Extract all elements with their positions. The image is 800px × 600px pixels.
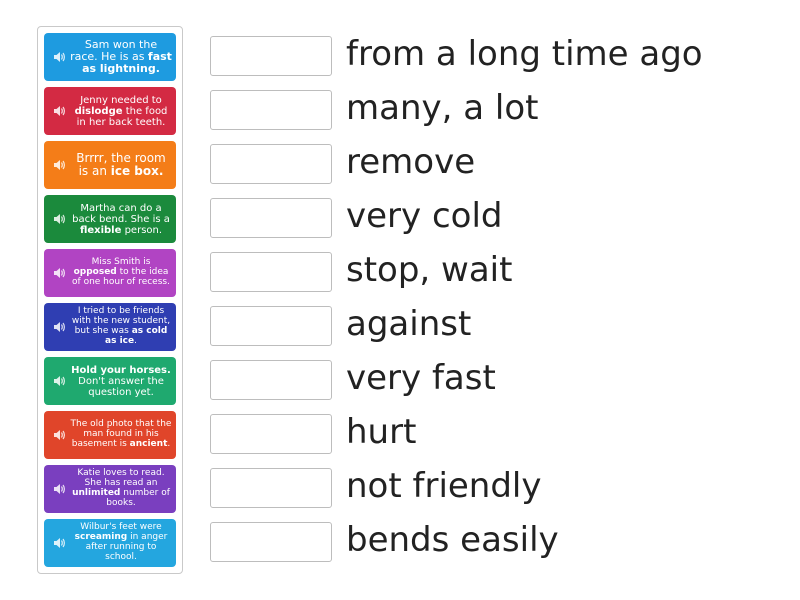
card-3[interactable]: Brrrr, the room is an ice box. (44, 141, 176, 189)
card-text-bold: flexible (79, 224, 122, 236)
drop-slot-10[interactable] (210, 522, 332, 562)
card-text-bold: dislodge (74, 105, 123, 117)
card-2[interactable]: Jenny needed to dislodge the food in her… (44, 87, 176, 135)
card-text: Jenny needed to dislodge the food in her… (70, 95, 172, 128)
drop-slot-1[interactable] (210, 36, 332, 76)
card-text-part: Martha can do a back bend. She is a (72, 202, 170, 225)
drop-slot-2[interactable] (210, 90, 332, 130)
drop-slot-8[interactable] (210, 414, 332, 454)
card-7[interactable]: Hold your horses. Don't answer the quest… (44, 357, 176, 405)
definition-label: very cold (346, 196, 503, 236)
definition-label: very fast (346, 358, 496, 398)
card-text: Martha can do a back bend. She is a flex… (70, 203, 172, 236)
card-9[interactable]: Katie loves to read. She has read an unl… (44, 465, 176, 513)
definition-label: not friendly (346, 466, 542, 506)
definition-label: many, a lot (346, 88, 539, 128)
speaker-icon[interactable] (52, 212, 66, 226)
card-text-bold: screaming (74, 532, 128, 543)
card-text-part: Katie loves to read. She has read an (77, 468, 165, 489)
card-text-bold: Hold your horses. (71, 364, 171, 376)
speaker-icon[interactable] (52, 104, 66, 118)
definition-label: from a long time ago (346, 34, 703, 74)
speaker-icon[interactable] (52, 428, 66, 442)
card-8[interactable]: The old photo that the man found in his … (44, 411, 176, 459)
card-text-part: Sam won the race. He is as (70, 37, 158, 63)
definition-label: against (346, 304, 472, 344)
drop-slot-3[interactable] (210, 144, 332, 184)
card-text-part: Don't answer the question yet. (78, 375, 164, 398)
speaker-icon[interactable] (52, 320, 66, 334)
card-text-part: . (134, 335, 137, 346)
card-text: Hold your horses. Don't answer the quest… (70, 365, 172, 398)
definition-label: remove (346, 142, 476, 182)
card-text-part: . (167, 438, 171, 449)
drop-slot-4[interactable] (210, 198, 332, 238)
definition-label: bends easily (346, 520, 559, 560)
card-text: The old photo that the man found in his … (70, 419, 172, 450)
card-text-bold: ice box. (110, 164, 164, 178)
card-tray: Sam won the race. He is as fast as light… (37, 26, 183, 574)
card-text-part: person. (121, 224, 163, 236)
card-text-bold: opposed (73, 267, 117, 278)
speaker-icon[interactable] (52, 50, 66, 64)
card-text-part: Wilbur's feet were (80, 522, 162, 533)
card-text: Wilbur's feet were screaming in anger af… (70, 522, 172, 563)
speaker-icon[interactable] (52, 536, 66, 550)
card-text: Miss Smith is opposed to the idea of one… (70, 257, 172, 288)
card-text-part: Miss Smith is (91, 257, 151, 268)
card-text: Sam won the race. He is as fast as light… (70, 37, 172, 75)
card-6[interactable]: I tried to be friends with the new stude… (44, 303, 176, 351)
definition-label: stop, wait (346, 250, 513, 290)
card-text: Katie loves to read. She has read an unl… (70, 468, 172, 509)
speaker-icon[interactable] (52, 266, 66, 280)
speaker-icon[interactable] (52, 374, 66, 388)
speaker-icon[interactable] (52, 158, 66, 172)
definition-label: hurt (346, 412, 417, 452)
card-text-part: Jenny needed to (80, 94, 162, 106)
card-text: I tried to be friends with the new stude… (70, 306, 172, 347)
drop-slot-5[interactable] (210, 252, 332, 292)
card-10[interactable]: Wilbur's feet were screaming in anger af… (44, 519, 176, 567)
card-1[interactable]: Sam won the race. He is as fast as light… (44, 33, 176, 81)
card-text-bold: unlimited (72, 488, 121, 498)
drop-slot-6[interactable] (210, 306, 332, 346)
drop-slot-7[interactable] (210, 360, 332, 400)
drop-slot-9[interactable] (210, 468, 332, 508)
card-text-bold: ancient (129, 438, 168, 449)
speaker-icon[interactable] (52, 482, 66, 496)
card-4[interactable]: Martha can do a back bend. She is a flex… (44, 195, 176, 243)
card-5[interactable]: Miss Smith is opposed to the idea of one… (44, 249, 176, 297)
card-text: Brrrr, the room is an ice box. (70, 151, 172, 178)
